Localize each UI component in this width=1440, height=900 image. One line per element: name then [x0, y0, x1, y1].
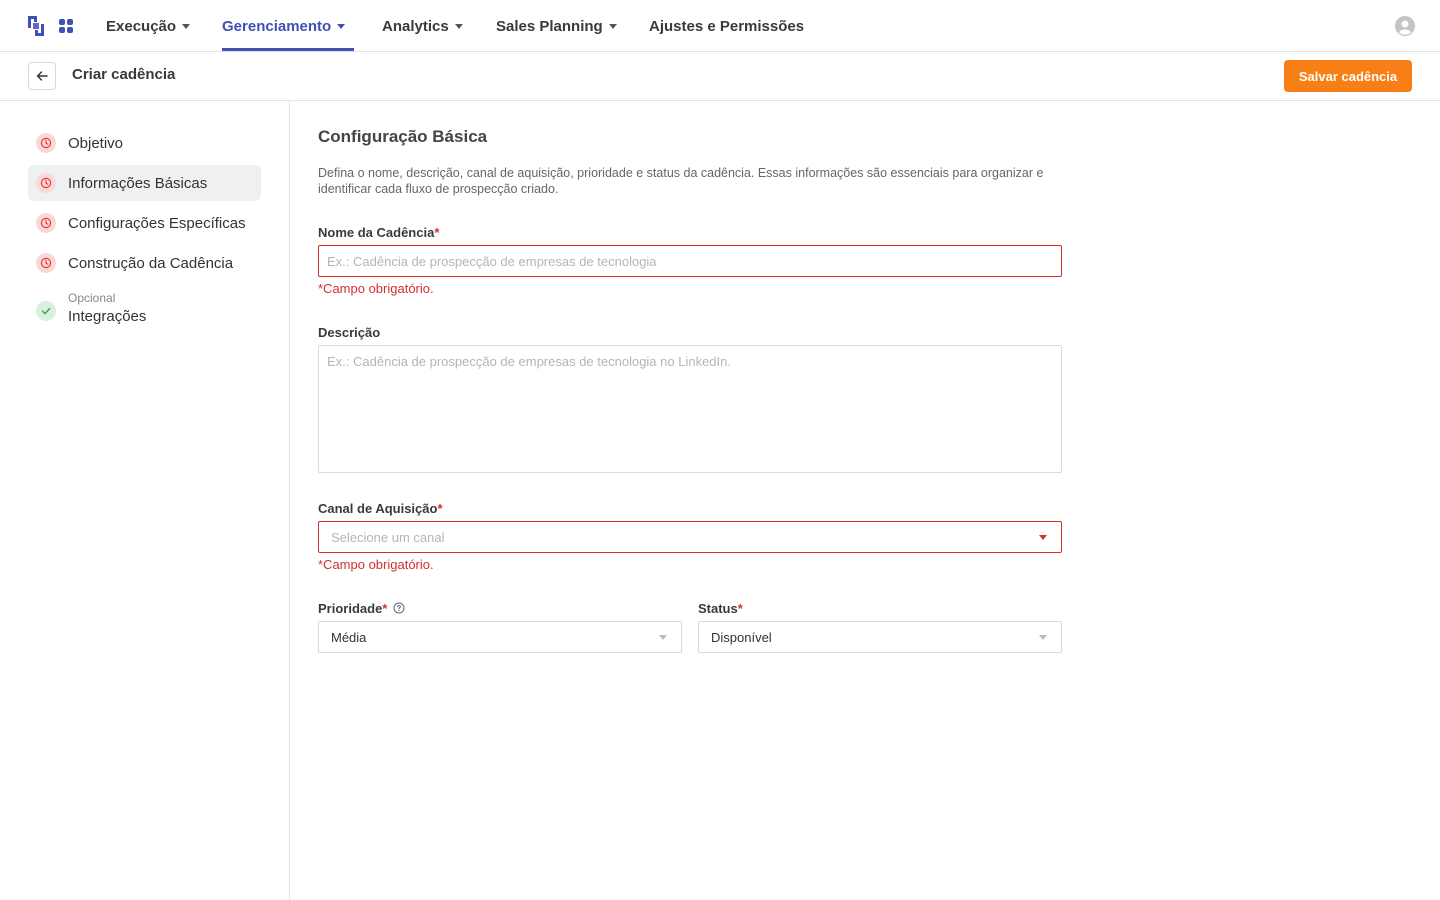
description-label: Descrição: [318, 325, 381, 340]
save-cadence-button[interactable]: Salvar cadência: [1284, 60, 1412, 92]
section-description: Defina o nome, descrição, canal de aquis…: [318, 166, 1044, 196]
clock-icon: [36, 253, 56, 273]
step-label: Objetivo: [68, 134, 124, 152]
priority-select-value: Média: [331, 629, 367, 645]
steps-sidebar: Objetivo Informações Básicas Configuraçõ…: [0, 101, 290, 900]
priority-label: Prioridade*: [318, 601, 405, 616]
chevron-down-icon: [1039, 635, 1047, 640]
chevron-down-icon: [659, 635, 667, 640]
nav-analytics[interactable]: Analytics: [382, 0, 463, 52]
apps-grid-icon[interactable]: [59, 19, 73, 33]
page-header: Criar cadência Salvar cadência: [0, 52, 1440, 101]
section-title: Configuração Básica: [318, 127, 488, 146]
clock-icon: [36, 133, 56, 153]
nav-execucao[interactable]: Execução: [106, 0, 191, 52]
cadence-name-error: *Campo obrigatório.: [318, 281, 434, 296]
required-mark: *: [437, 501, 443, 516]
chevron-down-icon: [454, 23, 463, 29]
required-mark: *: [737, 601, 743, 616]
cadence-name-input[interactable]: [318, 245, 1062, 277]
channel-select[interactable]: Selecione um canal: [318, 521, 1062, 553]
nav-ajustes-permissoes-label: Ajustes e Permissões: [649, 17, 805, 35]
nav-gerenciamento-label: Gerenciamento: [222, 17, 332, 35]
user-avatar-icon[interactable]: [1395, 16, 1415, 36]
page-title: Criar cadência: [72, 66, 176, 83]
clock-icon: [36, 213, 56, 233]
chevron-down-icon: [608, 23, 617, 29]
clock-icon: [36, 173, 56, 193]
step-objetivo[interactable]: Objetivo: [28, 125, 261, 161]
channel-select-placeholder: Selecione um canal: [331, 529, 445, 545]
chevron-down-icon: [1039, 535, 1047, 540]
cadence-name-label: Nome da Cadência*: [318, 225, 439, 240]
channel-label-text: Canal de Aquisição: [318, 501, 438, 516]
logo-icon[interactable]: [26, 14, 46, 38]
arrow-left-icon: [36, 71, 48, 81]
question-circle-icon[interactable]: [393, 602, 405, 614]
nav-analytics-label: Analytics: [382, 17, 449, 35]
step-optional-tag: Opcional: [68, 291, 116, 305]
nav-gerenciamento[interactable]: Gerenciamento: [222, 0, 346, 52]
step-informacoes-basicas[interactable]: Informações Básicas: [28, 165, 261, 201]
description-textarea[interactable]: [318, 345, 1062, 473]
channel-error: *Campo obrigatório.: [318, 557, 434, 572]
step-label: Integrações: [68, 308, 147, 325]
nav-execucao-label: Execução: [106, 17, 177, 35]
step-configuracoes-especificas[interactable]: Configurações Específicas: [28, 205, 261, 241]
step-integracoes[interactable]: Opcional Integrações: [28, 291, 261, 331]
priority-select[interactable]: Média: [318, 621, 682, 653]
nav-ajustes-permissoes[interactable]: Ajustes e Permissões: [649, 0, 804, 52]
status-label: Status*: [698, 601, 743, 616]
nav-sales-planning-label: Sales Planning: [496, 17, 603, 35]
step-label: Configurações Específicas: [68, 214, 246, 232]
cadence-name-label-text: Nome da Cadência: [318, 225, 435, 240]
status-label-text: Status: [698, 601, 738, 616]
step-label: Informações Básicas: [68, 174, 208, 192]
required-mark: *: [382, 601, 388, 616]
top-navigation: Execução Gerenciamento Analytics Sales P…: [0, 0, 1440, 52]
channel-label: Canal de Aquisição*: [318, 501, 443, 516]
active-nav-indicator: [222, 48, 354, 51]
step-construcao-cadencia[interactable]: Construção da Cadência: [28, 245, 261, 281]
required-mark: *: [434, 225, 440, 240]
step-label: Construção da Cadência: [68, 254, 234, 272]
priority-label-text: Prioridade: [318, 601, 383, 616]
chevron-down-icon: [182, 23, 191, 29]
nav-sales-planning[interactable]: Sales Planning: [496, 0, 617, 52]
status-select-value: Disponível: [711, 629, 772, 645]
status-select[interactable]: Disponível: [698, 621, 1062, 653]
check-icon: [36, 301, 56, 321]
chevron-down-icon: [337, 23, 346, 29]
back-button[interactable]: [28, 62, 56, 90]
